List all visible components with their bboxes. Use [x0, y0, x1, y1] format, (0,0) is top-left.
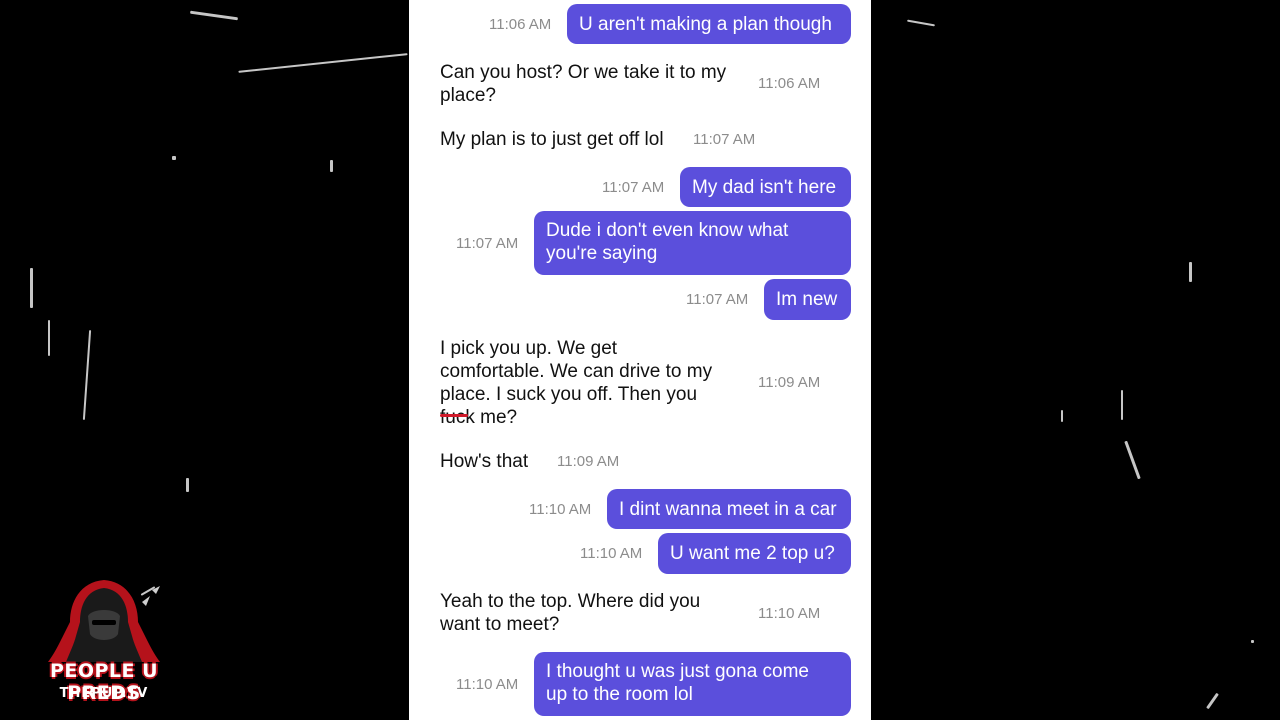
hooded-figure-icon: [48, 580, 160, 662]
scratch-mark: [172, 156, 176, 160]
scratch-mark: [1121, 390, 1123, 420]
scratch-mark: [330, 160, 333, 172]
chat-thread[interactable]: 11:06 AM U aren't making a plan though C…: [409, 0, 871, 720]
scratch-mark: [186, 478, 189, 492]
incoming-message-text: My plan is to just get off lol: [440, 129, 664, 150]
incoming-message-text: I pick you up. We get comfortable. We ca…: [440, 338, 713, 428]
outgoing-message-bubble[interactable]: U want me 2 top u?: [658, 533, 851, 574]
scratch-mark: [190, 10, 238, 21]
incoming-message-text: How's that: [440, 451, 529, 472]
outgoing-message-bubble[interactable]: I dint wanna meet in a car: [607, 489, 851, 529]
outgoing-message-bubble[interactable]: My dad isn't here: [680, 167, 851, 207]
message-timestamp: 11:09 AM: [557, 453, 620, 470]
message-timestamp: 11:10 AM: [580, 545, 643, 562]
message-timestamp: 11:07 AM: [602, 179, 665, 196]
message-timestamp: 11:09 AM: [758, 374, 821, 391]
message-timestamp: 11:07 AM: [693, 131, 756, 148]
scratch-mark: [1061, 410, 1063, 422]
scratch-mark: [82, 330, 92, 420]
message-timestamp: 11:06 AM: [758, 75, 821, 92]
incoming-message-text: Yeah to the top. Where did you want to m…: [440, 591, 701, 635]
message-timestamp: 11:07 AM: [686, 291, 749, 308]
scratch-mark: [238, 53, 408, 73]
message-timestamp: 11:10 AM: [758, 605, 821, 622]
scratch-mark: [1124, 440, 1141, 480]
outgoing-message-bubble[interactable]: I thought u was just gona come up to the…: [534, 652, 851, 716]
scratch-mark: [48, 320, 50, 356]
watermark-subtitle: THEPUP.TV: [59, 686, 149, 701]
message-timestamp: 11:10 AM: [456, 676, 519, 693]
incoming-message-text: Can you host? Or we take it to my place?: [440, 62, 727, 106]
message-timestamp: 11:06 AM: [489, 16, 552, 33]
message-timestamp: 11:07 AM: [456, 235, 519, 252]
message-timestamp: 11:10 AM: [529, 501, 592, 518]
channel-watermark-logo: PEOPLE U PREDS THEPUP.TV: [18, 576, 190, 708]
outgoing-message-bubble[interactable]: Dude i don't even know what you're sayin…: [534, 211, 851, 275]
scratch-mark: [907, 19, 935, 27]
outgoing-message-bubble[interactable]: Im new: [764, 279, 851, 320]
scratch-mark: [1189, 262, 1192, 282]
scratch-mark: [1251, 640, 1254, 643]
scratch-mark: [30, 268, 33, 308]
right-backdrop: [871, 0, 1280, 720]
scratch-mark: [1206, 692, 1219, 710]
outgoing-message-bubble[interactable]: U aren't making a plan though: [567, 4, 851, 44]
redaction-mark: [440, 414, 468, 417]
